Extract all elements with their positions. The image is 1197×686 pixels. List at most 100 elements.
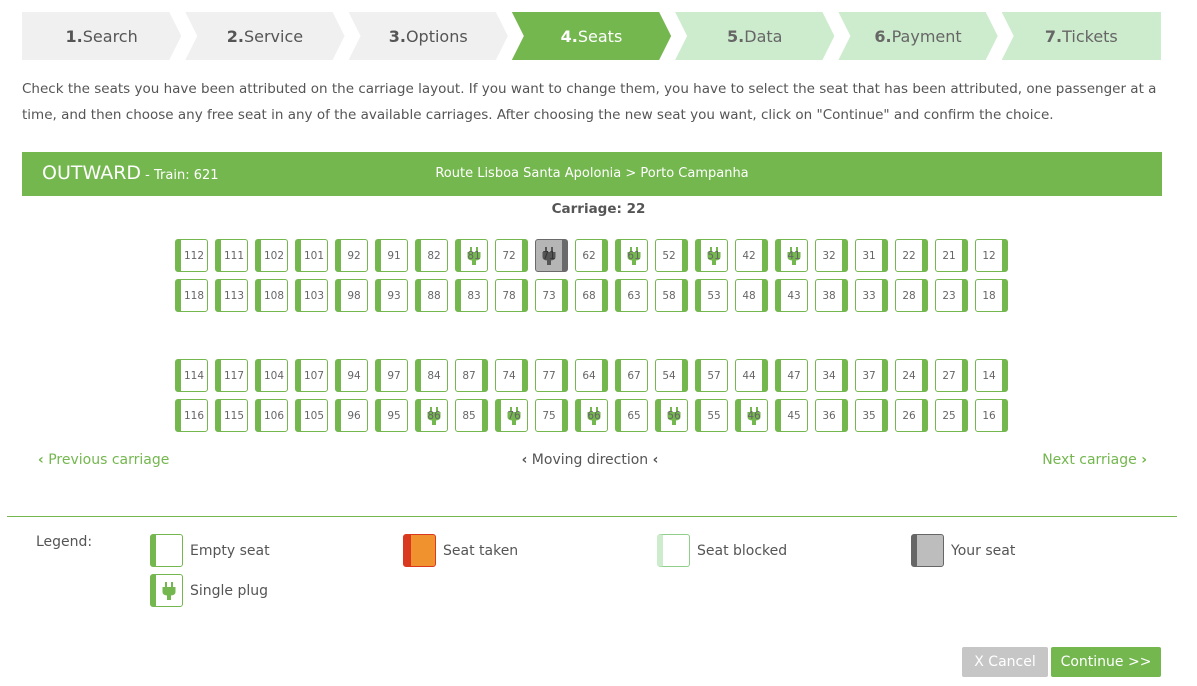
seat-92[interactable]: 92 — [335, 239, 368, 272]
seat-85[interactable]: 85 — [455, 399, 488, 432]
seat-34[interactable]: 34 — [815, 359, 848, 392]
seat-86[interactable]: 86 — [415, 399, 448, 432]
seat-61[interactable]: 61 — [615, 239, 648, 272]
seat-84[interactable]: 84 — [415, 359, 448, 392]
seat-24[interactable]: 24 — [895, 359, 928, 392]
seat-101[interactable]: 101 — [295, 239, 328, 272]
seat-12[interactable]: 12 — [975, 239, 1008, 272]
seat-31[interactable]: 31 — [855, 239, 888, 272]
seat-23[interactable]: 23 — [935, 279, 968, 312]
step-service[interactable]: 2. Service — [185, 12, 344, 60]
seat-64[interactable]: 64 — [575, 359, 608, 392]
seat-117[interactable]: 117 — [215, 359, 248, 392]
seat-16[interactable]: 16 — [975, 399, 1008, 432]
seat-33[interactable]: 33 — [855, 279, 888, 312]
seat-55[interactable]: 55 — [695, 399, 728, 432]
seat-65[interactable]: 65 — [615, 399, 648, 432]
seat-98[interactable]: 98 — [335, 279, 368, 312]
seat-97[interactable]: 97 — [375, 359, 408, 392]
step-search[interactable]: 1. Search — [22, 12, 181, 60]
seat-73[interactable]: 73 — [535, 279, 568, 312]
seat-number: 43 — [787, 289, 801, 302]
seat-45[interactable]: 45 — [775, 399, 808, 432]
seat-22[interactable]: 22 — [895, 239, 928, 272]
seat-56[interactable]: 56 — [655, 399, 688, 432]
seat-118[interactable]: 118 — [175, 279, 208, 312]
step-number: 7. — [1044, 26, 1063, 46]
seat-63[interactable]: 63 — [615, 279, 648, 312]
seat-93[interactable]: 93 — [375, 279, 408, 312]
seat-44[interactable]: 44 — [735, 359, 768, 392]
seat-107[interactable]: 107 — [295, 359, 328, 392]
seat-95[interactable]: 95 — [375, 399, 408, 432]
seat-111[interactable]: 111 — [215, 239, 248, 272]
seat-41[interactable]: 41 — [775, 239, 808, 272]
seat-114[interactable]: 114 — [175, 359, 208, 392]
seat-105[interactable]: 105 — [295, 399, 328, 432]
seat-83[interactable]: 83 — [455, 279, 488, 312]
seat-74[interactable]: 74 — [495, 359, 528, 392]
seat-18[interactable]: 18 — [975, 279, 1008, 312]
seat-87[interactable]: 87 — [455, 359, 488, 392]
seat-26[interactable]: 26 — [895, 399, 928, 432]
legend-yours-label: Your seat — [951, 542, 1016, 559]
seat-number: 27 — [942, 369, 956, 382]
seat-47[interactable]: 47 — [775, 359, 808, 392]
seat-77[interactable]: 77 — [535, 359, 568, 392]
seat-57[interactable]: 57 — [695, 359, 728, 392]
seat-35[interactable]: 35 — [855, 399, 888, 432]
seat-36[interactable]: 36 — [815, 399, 848, 432]
seat-32[interactable]: 32 — [815, 239, 848, 272]
seat-116[interactable]: 116 — [175, 399, 208, 432]
seat-91[interactable]: 91 — [375, 239, 408, 272]
seat-27[interactable]: 27 — [935, 359, 968, 392]
seat-81[interactable]: 81 — [455, 239, 488, 272]
seat-103[interactable]: 103 — [295, 279, 328, 312]
seat-number: 56 — [667, 409, 681, 422]
cancel-button[interactable]: X Cancel — [962, 647, 1048, 677]
seat-58[interactable]: 58 — [655, 279, 688, 312]
seat-75[interactable]: 75 — [535, 399, 568, 432]
seat-52[interactable]: 52 — [655, 239, 688, 272]
seat-102[interactable]: 102 — [255, 239, 288, 272]
seat-54[interactable]: 54 — [655, 359, 688, 392]
seat-112[interactable]: 112 — [175, 239, 208, 272]
seat-28[interactable]: 28 — [895, 279, 928, 312]
seat-66[interactable]: 66 — [575, 399, 608, 432]
seat-38[interactable]: 38 — [815, 279, 848, 312]
seat-88[interactable]: 88 — [415, 279, 448, 312]
seat-72[interactable]: 72 — [495, 239, 528, 272]
continue-button[interactable]: Continue >> — [1051, 647, 1161, 677]
seat-21[interactable]: 21 — [935, 239, 968, 272]
seat-96[interactable]: 96 — [335, 399, 368, 432]
step-data[interactable]: 5. Data — [675, 12, 834, 60]
seat-76[interactable]: 76 — [495, 399, 528, 432]
seat-113[interactable]: 113 — [215, 279, 248, 312]
seat-78[interactable]: 78 — [495, 279, 528, 312]
seat-104[interactable]: 104 — [255, 359, 288, 392]
seat-37[interactable]: 37 — [855, 359, 888, 392]
seat-94[interactable]: 94 — [335, 359, 368, 392]
step-seats[interactable]: 4. Seats — [512, 12, 671, 60]
seat-25[interactable]: 25 — [935, 399, 968, 432]
next-carriage-link[interactable]: Next carriage › — [1042, 452, 1147, 468]
seat-82[interactable]: 82 — [415, 239, 448, 272]
seat-46[interactable]: 46 — [735, 399, 768, 432]
seat-106[interactable]: 106 — [255, 399, 288, 432]
seat-43[interactable]: 43 — [775, 279, 808, 312]
seat-42[interactable]: 42 — [735, 239, 768, 272]
chevron-right-icon: › — [1141, 452, 1147, 468]
step-tickets[interactable]: 7. Tickets — [1001, 12, 1161, 60]
seat-53[interactable]: 53 — [695, 279, 728, 312]
seat-115[interactable]: 115 — [215, 399, 248, 432]
step-options[interactable]: 3. Options — [349, 12, 508, 60]
seat-71[interactable]: 71 — [535, 239, 568, 272]
seat-51[interactable]: 51 — [695, 239, 728, 272]
step-payment[interactable]: 6. Payment — [838, 12, 997, 60]
seat-67[interactable]: 67 — [615, 359, 648, 392]
seat-62[interactable]: 62 — [575, 239, 608, 272]
seat-108[interactable]: 108 — [255, 279, 288, 312]
seat-68[interactable]: 68 — [575, 279, 608, 312]
seat-48[interactable]: 48 — [735, 279, 768, 312]
seat-14[interactable]: 14 — [975, 359, 1008, 392]
